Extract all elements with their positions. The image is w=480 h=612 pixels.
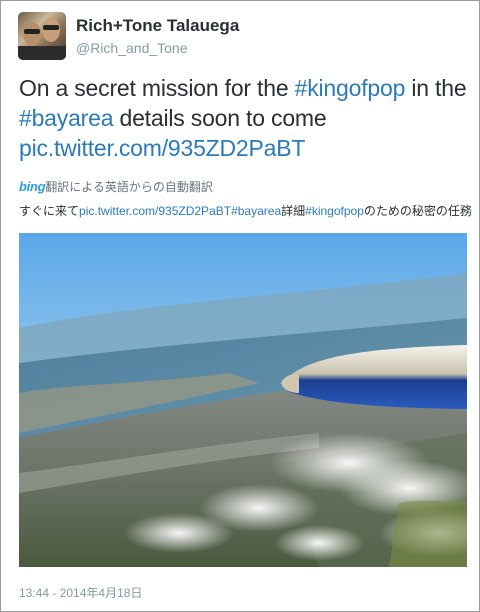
avatar-face-right [42,18,60,42]
screen-name[interactable]: @Rich_and_Tone [76,40,188,56]
translated-part: のための秘密の任務 [363,204,472,218]
translation-header: bing翻訳による英語からの自動翻訳 [19,178,213,195]
translated-hashtag-kingofpop[interactable]: #kingofpop [305,204,364,218]
translated-part: すぐに来て [19,204,80,218]
avatar-clothing [18,46,66,60]
hashtag-bayarea[interactable]: #bayarea [19,105,114,131]
translated-hashtag-bayarea[interactable]: #bayarea [231,204,281,218]
translation-header-text: 翻訳による英語からの自動翻訳 [45,180,213,194]
translated-pic-link[interactable]: pic.twitter.com/935ZD2PaBT [79,204,231,218]
avatar[interactable] [18,12,66,60]
tweet-card: Rich+Tone Talauega @Rich_and_Tone On a s… [0,0,480,612]
display-name[interactable]: Rich+Tone Talauega [76,16,239,36]
hashtag-kingofpop[interactable]: #kingofpop [295,75,406,101]
aerial-photo-illustration [19,233,467,567]
bing-logo: bing [19,179,46,194]
tweet-photo[interactable] [19,233,467,567]
tweet-text-part: in the [405,75,467,101]
translated-text: すぐに来てpic.twitter.com/935ZD2PaBT#bayarea詳… [19,202,472,219]
tweet-text-part: details soon to come [113,105,327,131]
avatar-sunglasses-left [24,29,40,34]
avatar-sunglasses-right [43,25,59,30]
tweet-text-part: On a secret mission for the [19,75,295,101]
pic-link[interactable]: pic.twitter.com/935ZD2PaBT [19,135,305,161]
translated-part: 詳細 [281,204,306,218]
avatar-face-left [23,22,41,46]
tweet-text: On a secret mission for the #kingofpop i… [19,73,471,163]
timestamp[interactable]: 13:44 - 2014年4月18日 [19,584,142,601]
